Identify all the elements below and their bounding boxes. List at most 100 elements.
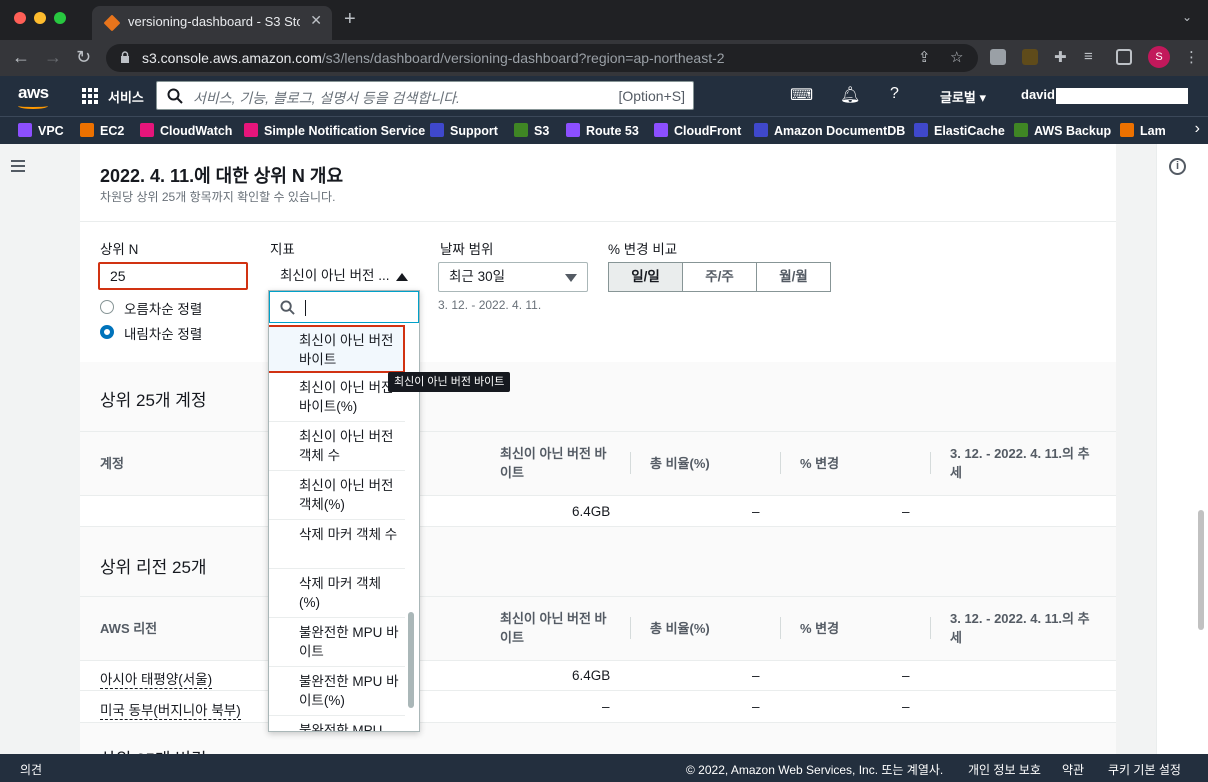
metric-option[interactable]: 최신이 아닌 버전 객체 수 — [269, 422, 405, 471]
change-cell: – — [902, 504, 910, 519]
compare-day-button[interactable]: 일/일 — [608, 262, 683, 292]
minimize-window-button[interactable] — [34, 12, 46, 24]
profile-avatar[interactable]: S — [1148, 46, 1170, 68]
close-window-button[interactable] — [14, 12, 26, 24]
top-n-overview-panel: 2022. 4. 11.에 대한 상위 N 개요 차원당 상위 25개 항목까지… — [80, 144, 1116, 754]
tab-search-icon[interactable]: ⌄ — [1182, 10, 1192, 24]
column-separator — [630, 617, 631, 639]
buckets-section-header: 상위 25개 버킷 — [80, 723, 1116, 754]
menu-hamburger-icon[interactable] — [11, 160, 25, 175]
metric-option[interactable]: 최신이 아닌 버전 바이트 — [269, 325, 405, 373]
option-tooltip: 최신이 아닌 버전 바이트 — [388, 372, 511, 392]
back-arrow-icon[interactable]: ← — [12, 47, 30, 68]
panel-title: 2022. 4. 11.에 대한 상위 N 개요 — [100, 166, 344, 186]
accounts-section-header: 상위 25개 계정 — [80, 362, 1116, 432]
search-icon — [167, 88, 183, 104]
puzzle-icon[interactable]: ✚ — [1054, 48, 1067, 66]
help-icon[interactable]: ? — [890, 85, 899, 103]
console-footer: 의견 © 2022, Amazon Web Services, Inc. 또는 … — [0, 754, 1208, 782]
page-scrollbar[interactable] — [1198, 510, 1204, 630]
chevron-right-icon[interactable]: › — [1195, 120, 1200, 138]
new-tab-button[interactable]: + — [344, 8, 356, 31]
tab-close-icon[interactable]: ✕ — [310, 12, 322, 29]
aws-search-input[interactable]: 서비스, 기능, 블로그, 설명서 등을 검색합니다. [Option+S] — [156, 81, 694, 110]
favorite-s3[interactable]: S3 — [514, 123, 549, 138]
column-separator — [930, 617, 931, 639]
metric-select[interactable]: 최신이 아닌 버전 ... — [268, 262, 418, 292]
side-panel-icon[interactable] — [1116, 49, 1132, 65]
sort-asc-radio[interactable] — [100, 300, 114, 314]
menu-kebab-icon[interactable]: ⋮ — [1184, 48, 1199, 66]
favorite-lambda[interactable]: Lam — [1120, 123, 1166, 138]
col-trend: 3. 12. - 2022. 4. 11.의 추세 — [950, 611, 1090, 645]
column-separator — [630, 452, 631, 474]
favorite-support[interactable]: Support — [430, 123, 498, 138]
caret-down-icon — [565, 274, 577, 282]
terms-link[interactable]: 약관 — [1062, 761, 1084, 778]
services-menu[interactable]: 서비스 — [108, 87, 144, 106]
metric-option[interactable]: 최신이 아닌 버전 객체(%) — [269, 471, 405, 520]
top-n-input[interactable]: 25 — [98, 262, 248, 290]
support-icon — [430, 123, 444, 137]
dropdown-scrollbar[interactable] — [408, 612, 414, 708]
aws-logo[interactable]: aws — [18, 83, 49, 103]
metric-option[interactable]: 최신이 아닌 버전 바이트(%) — [269, 373, 405, 422]
forward-arrow-icon[interactable]: → — [44, 47, 62, 68]
region-selector[interactable]: 글로벌 ▾ — [940, 87, 986, 106]
user-menu[interactable]: david — [1021, 87, 1055, 102]
browser-toolbar: ← → ↻ s3.console.aws.amazon.com/s3/lens/… — [0, 40, 1208, 76]
col-account: 계정 — [100, 456, 124, 471]
metric-option[interactable]: 삭제 마커 객체 (%) — [269, 569, 405, 618]
metric-option[interactable]: 불완전한 MPU — [269, 716, 405, 731]
sort-desc-label: 내림차순 정렬 — [124, 327, 203, 342]
account-name-redacted — [1056, 88, 1188, 104]
metric-option[interactable]: 불완전한 MPU 바이트 — [269, 618, 405, 667]
reload-icon[interactable]: ↻ — [76, 47, 91, 68]
metric-option[interactable]: 삭제 마커 객체 수 — [269, 520, 405, 569]
maximize-window-button[interactable] — [54, 12, 66, 24]
search-shortcut: [Option+S] — [618, 88, 685, 104]
services-grid-icon[interactable] — [82, 88, 98, 104]
lambda-icon — [1120, 123, 1134, 137]
browser-tab-bar: versioning-dashboard - S3 Sto ✕ + ⌄ — [0, 0, 1208, 40]
bookmark-star-icon[interactable]: ☆ — [950, 48, 963, 66]
compare-week-button[interactable]: 주/주 — [682, 262, 757, 292]
notifications-bell-icon[interactable]: 🔔︎ — [840, 85, 860, 105]
date-range-select[interactable]: 최근 30일 — [438, 262, 588, 292]
favorite-documentdb[interactable]: Amazon DocumentDB — [754, 123, 905, 138]
favorite-route53[interactable]: Route 53 — [566, 123, 639, 138]
bytes-cell: 6.4GB — [572, 668, 611, 683]
favorite-cloudfront[interactable]: CloudFront — [654, 123, 741, 138]
favorite-backup[interactable]: AWS Backup — [1014, 123, 1111, 138]
info-icon[interactable]: i — [1169, 158, 1186, 175]
metric-option[interactable]: 불완전한 MPU 바이트(%) — [269, 667, 405, 716]
feedback-link[interactable]: 의견 — [20, 761, 42, 778]
bytes-cell: 6.4GB — [572, 504, 611, 519]
favorite-cloudwatch[interactable]: CloudWatch — [140, 123, 232, 138]
cloudshell-icon[interactable]: ⌨ — [790, 85, 813, 105]
compare-month-button[interactable]: 월/월 — [756, 262, 831, 292]
region-virginia-link[interactable]: 미국 동부(버지니아 북부) — [100, 699, 241, 720]
favorite-vpc[interactable]: VPC — [18, 123, 64, 138]
elasticache-icon — [914, 123, 928, 137]
browser-tab[interactable]: versioning-dashboard - S3 Sto ✕ — [92, 6, 332, 40]
address-bar[interactable]: s3.console.aws.amazon.com/s3/lens/dashbo… — [106, 44, 978, 72]
date-range-caption: 3. 12. - 2022. 4. 11. — [438, 298, 542, 312]
metric-dropdown-list[interactable]: 최신이 아닌 버전 바이트 최신이 아닌 버전 바이트(%) 최신이 아닌 버전… — [268, 290, 420, 732]
extension-icon[interactable] — [990, 49, 1006, 65]
region-seoul-link[interactable]: 아시아 태평양(서울) — [100, 668, 213, 689]
favorite-elasticache[interactable]: ElastiCache — [914, 123, 1005, 138]
media-icon[interactable]: ≡ — [1084, 48, 1093, 65]
favorite-ec2[interactable]: EC2 — [80, 123, 124, 138]
cloudfront-icon — [654, 123, 668, 137]
extension-star-icon[interactable] — [1022, 49, 1038, 65]
cookie-preferences-link[interactable]: 쿠키 기본 설정 — [1108, 761, 1181, 778]
sort-desc-radio[interactable] — [100, 325, 114, 339]
favorites-bar: VPC EC2 CloudWatch Simple Notification S… — [0, 116, 1208, 144]
favorite-sns[interactable]: Simple Notification Service — [244, 123, 425, 138]
privacy-link[interactable]: 개인 정보 보호 — [968, 761, 1041, 778]
divider — [80, 660, 1116, 661]
metric-filter-input[interactable] — [269, 291, 419, 323]
share-icon[interactable]: ⇪ — [918, 48, 931, 66]
aws-smile-icon — [18, 103, 48, 109]
